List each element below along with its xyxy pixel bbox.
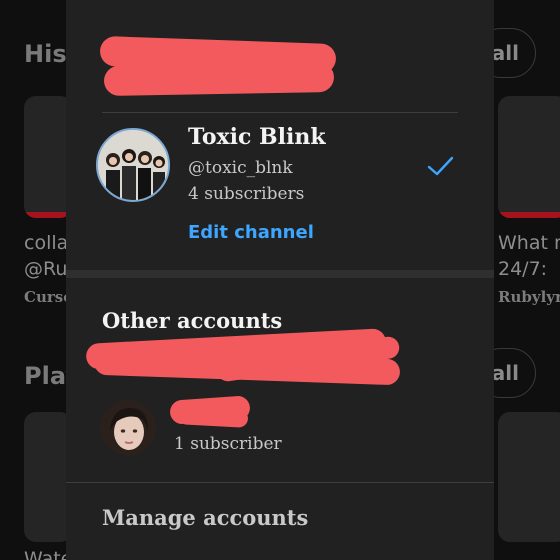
playlist-thumbnail-left[interactable]: [24, 412, 72, 542]
right-video-title-line1: What m: [498, 232, 560, 254]
other-accounts-title: Other accounts: [102, 308, 283, 333]
playlist-thumbnail-right[interactable]: [498, 412, 560, 542]
current-channel-name[interactable]: Toxic Blink: [188, 124, 326, 150]
history-thumbnail-right[interactable]: [498, 96, 560, 218]
current-account-avatar[interactable]: [96, 128, 170, 202]
current-channel-handle: @toxic_blnk: [188, 158, 293, 178]
right-video-channel: Rubylyr: [498, 288, 560, 306]
other-account-avatar[interactable]: [100, 400, 156, 456]
history-thumbnail-left[interactable]: [24, 96, 72, 218]
edit-channel-link[interactable]: Edit channel: [188, 222, 314, 243]
redacted-header-line2: [103, 61, 335, 97]
left-video-title-line2: @Ru: [24, 258, 68, 280]
manage-divider: [66, 482, 494, 483]
other-account-subscribers: 1 subscriber: [174, 434, 282, 454]
account-sheet: Toxic Blink @toxic_blnk 4 subscribers Ed…: [66, 0, 494, 560]
right-video-title-line2: 24/7:: [498, 258, 548, 280]
header-divider: [102, 112, 458, 113]
redacted-other-name-2: [177, 406, 249, 428]
manage-accounts-button[interactable]: Manage accounts: [102, 505, 308, 530]
current-channel-subscribers: 4 subscribers: [188, 184, 305, 204]
left-video-title-line1: colla: [24, 232, 69, 254]
checkmark-icon: [427, 156, 454, 176]
section-divider: [66, 270, 494, 278]
